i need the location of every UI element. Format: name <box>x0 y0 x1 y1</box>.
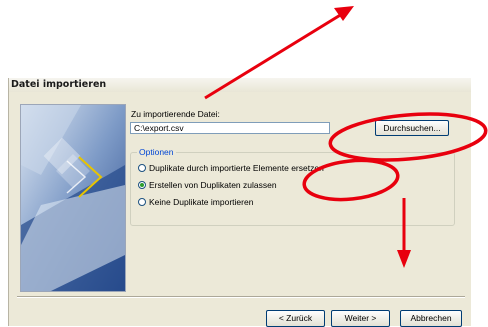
radio-allow[interactable] <box>138 181 146 189</box>
cancel-button[interactable]: Abbrechen <box>400 310 462 327</box>
options-legend: Optionen <box>137 147 176 157</box>
next-button[interactable]: Weiter > <box>331 310 390 327</box>
wizard-content: Zu importierende Datei: Durchsuchen... O… <box>130 102 465 302</box>
radio-replace[interactable] <box>138 164 146 172</box>
radio-selected-dot <box>140 183 144 187</box>
back-button[interactable]: < Zurück <box>266 310 325 327</box>
option-allow-duplicates[interactable]: Erstellen von Duplikaten zulassen <box>138 180 277 190</box>
options-group: Optionen Duplikate durch importierte Ele… <box>130 147 455 226</box>
import-dialog: Datei importieren Zu importierende Datei… <box>8 78 471 327</box>
option-no-duplicates[interactable]: Keine Duplikate importieren <box>138 197 253 207</box>
wizard-graphic <box>20 104 126 292</box>
file-path-input[interactable] <box>130 122 330 134</box>
option-label: Keine Duplikate importieren <box>149 197 254 207</box>
option-label: Duplikate durch importierte Elemente ers… <box>149 163 324 173</box>
option-label: Erstellen von Duplikaten zulassen <box>149 180 277 190</box>
arrow-head-top <box>334 6 354 21</box>
dialog-title: Datei importieren <box>11 79 107 90</box>
dialog-titlebar: Datei importieren <box>9 78 471 92</box>
footer-divider <box>17 296 465 298</box>
file-label: Zu importierende Datei: <box>131 109 220 119</box>
option-replace-duplicates[interactable]: Duplikate durch importierte Elemente ers… <box>138 163 324 173</box>
radio-none[interactable] <box>138 198 146 206</box>
browse-button[interactable]: Durchsuchen... <box>375 120 449 136</box>
